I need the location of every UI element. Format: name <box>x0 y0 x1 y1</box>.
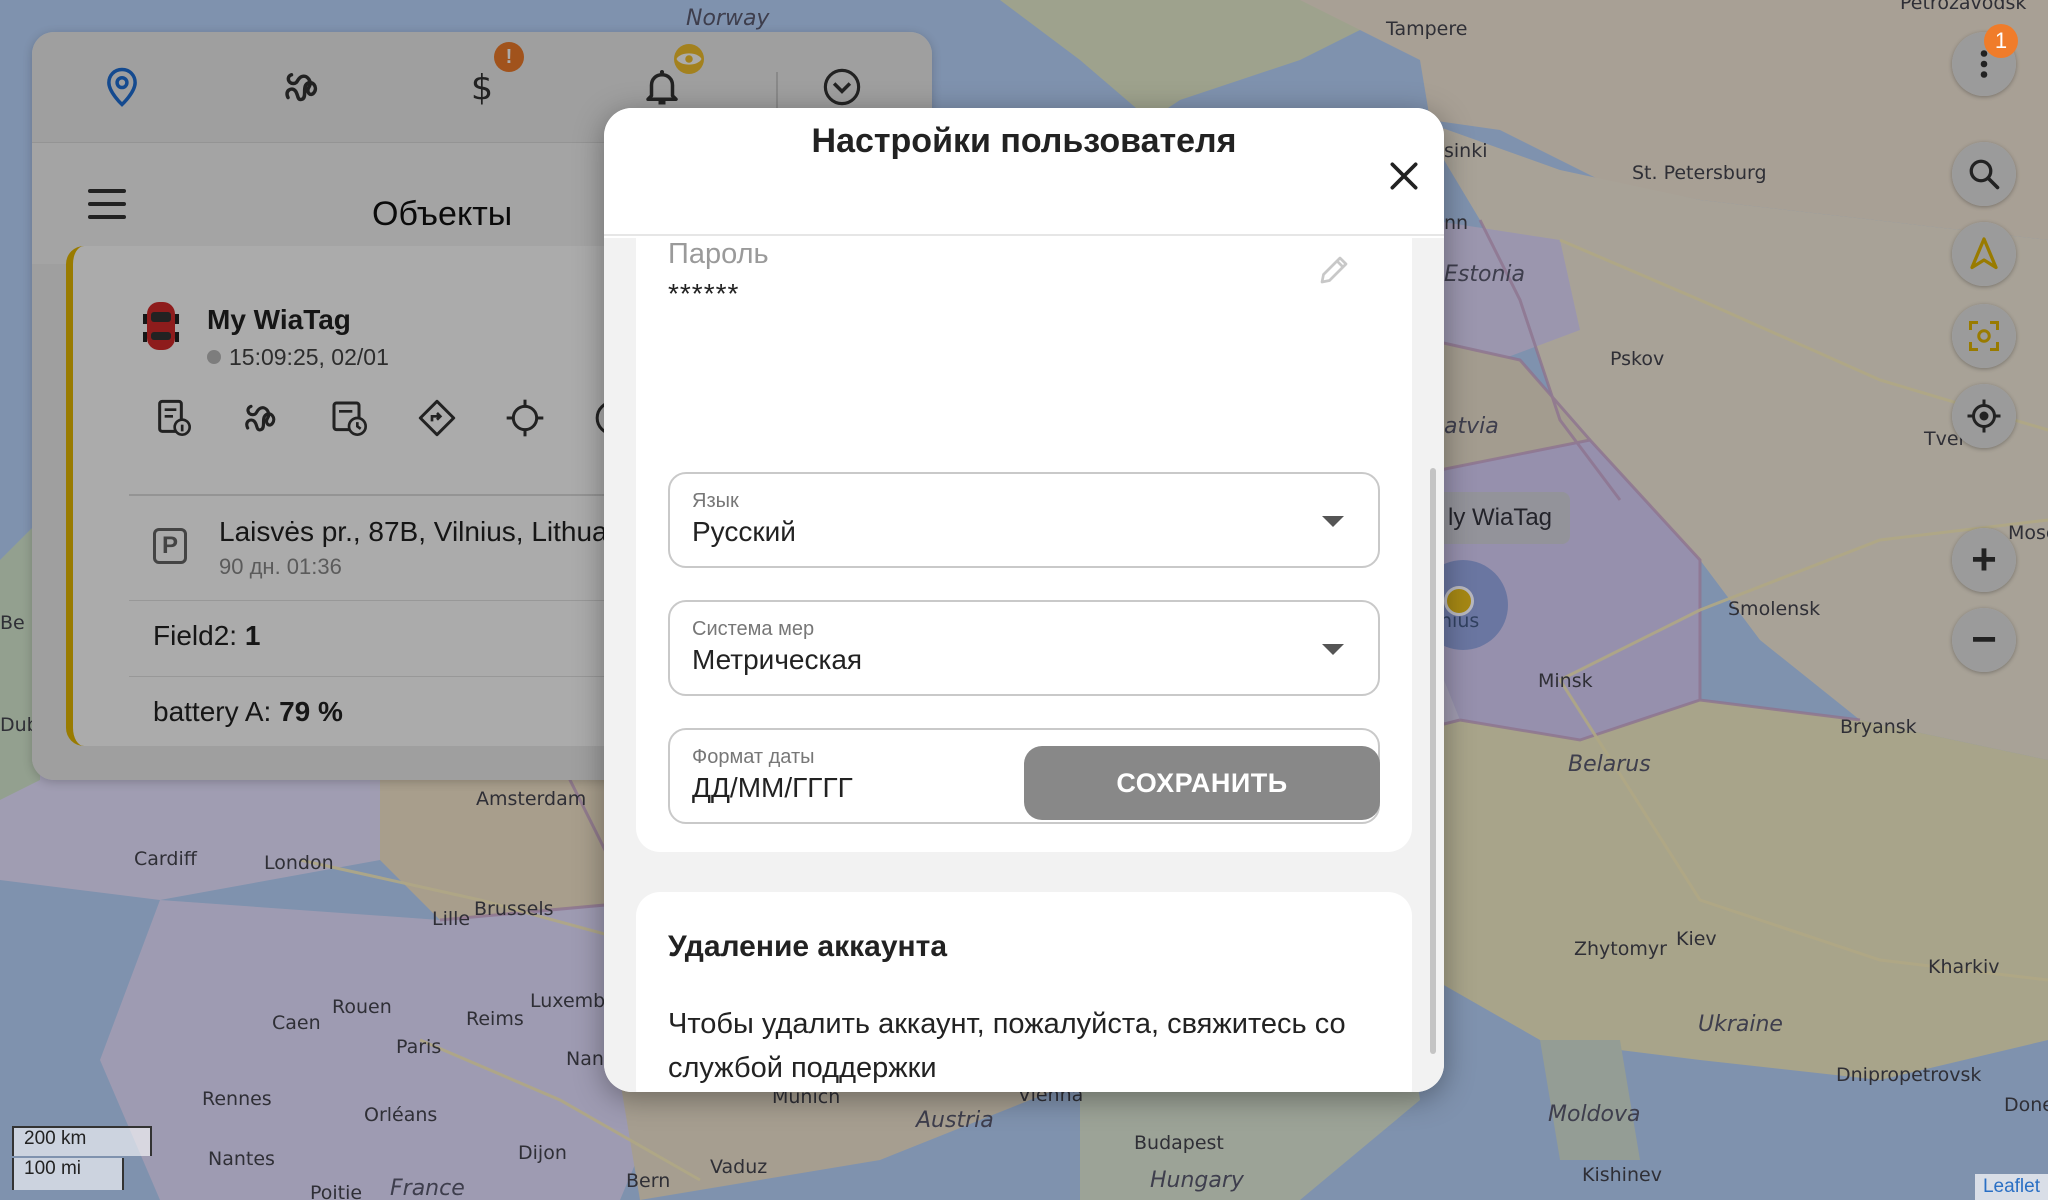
map-label-rouen: Rouen <box>332 996 392 1018</box>
units-label: Система мер <box>692 618 815 640</box>
map-label-dnipropetrovsk: Dnipropetrovsk <box>1836 1064 1982 1086</box>
map-label-ukraine: Ukraine <box>1698 1012 1783 1037</box>
map-label-tampere: Tampere <box>1386 18 1468 40</box>
map-label-orleans: Orléans <box>364 1104 438 1126</box>
close-icon[interactable] <box>1384 156 1424 196</box>
map-label-rennes: Rennes <box>202 1088 272 1110</box>
caret-down-icon <box>1322 516 1344 527</box>
map-label-norway: Norway <box>686 6 770 31</box>
delete-account-card: Удаление аккаунта Чтобы удалить аккаунт,… <box>636 892 1412 1092</box>
map-label-cardiff: Cardiff <box>134 848 197 870</box>
map-label-estonia: Estonia <box>1444 262 1525 287</box>
map-label-luxembourg: Luxemb <box>530 990 606 1012</box>
map-label-be: Be <box>0 612 25 634</box>
map-search-button[interactable] <box>1952 142 2016 206</box>
modal-header: Настройки пользователя <box>604 108 1444 236</box>
map-label-st-petersburg: St. Petersburg <box>1632 162 1767 184</box>
map-label-tallinn: nn <box>1444 212 1469 234</box>
save-button[interactable]: СОХРАНИТЬ <box>1024 746 1380 820</box>
map-label-budapest: Budapest <box>1134 1132 1224 1154</box>
map-label-zhytomyr: Zhytomyr <box>1574 938 1667 960</box>
map-label-donetsk: Donet <box>2004 1094 2048 1116</box>
language-select[interactable]: Язык Русский <box>668 472 1380 568</box>
zoom-in-button[interactable]: + <box>1952 528 2016 592</box>
map-label-dijon: Dijon <box>518 1142 567 1164</box>
modal-body[interactable]: Пароль ****** Язык Русский Система мер М… <box>604 238 1444 1092</box>
map-label-hungary: Hungary <box>1150 1168 1244 1193</box>
user-settings-modal: Пароль ****** Язык Русский Система мер М… <box>604 108 1444 1092</box>
fit-bounds-button[interactable] <box>1952 304 2016 368</box>
map-label-bern: Bern <box>626 1170 671 1192</box>
map-label-pskov: Pskov <box>1610 348 1665 370</box>
map-label-austria: Austria <box>916 1108 994 1133</box>
navigation-button[interactable] <box>1952 222 2016 286</box>
scale-km: 200 km <box>12 1126 152 1156</box>
pencil-icon[interactable] <box>1316 252 1352 288</box>
map-label-amsterdam: Amsterdam <box>476 788 587 810</box>
map-label-moldova: Moldova <box>1548 1102 1641 1127</box>
unit-marker[interactable] <box>1444 586 1474 616</box>
map-label-kiev: Kiev <box>1676 928 1717 950</box>
map-label-petrozavodsk: Petrozavodsk <box>1900 0 2027 14</box>
unit-marker-tooltip: ly WiaTag <box>1430 492 1571 544</box>
map-label-brussels: Brussels <box>474 898 554 920</box>
map-label-caen: Caen <box>272 1012 321 1034</box>
modal-title: Настройки пользователя <box>811 122 1237 160</box>
units-select[interactable]: Система мер Метрическая <box>668 600 1380 696</box>
map-label-smolensk: Smolensk <box>1728 598 1821 620</box>
leaflet-attribution-link[interactable]: Leaflet <box>1974 1174 2048 1200</box>
language-value: Русский <box>692 516 796 547</box>
scale-mi: 100 mi <box>12 1158 124 1190</box>
language-label: Язык <box>692 490 739 512</box>
map-label-france: France <box>390 1176 465 1200</box>
menu-notification-badge: 1 <box>1984 24 2018 58</box>
map-label-paris: Paris <box>396 1036 442 1058</box>
map-label-vaduz: Vaduz <box>710 1156 768 1178</box>
password-label: Пароль <box>668 238 769 270</box>
units-value: Метрическая <box>692 644 863 675</box>
map-label-london: London <box>264 852 334 874</box>
map-label-lille: Lille <box>432 908 471 930</box>
map-label-kishinev: Kishinev <box>1582 1164 1662 1186</box>
delete-account-title: Удаление аккаунта <box>668 930 948 963</box>
date-format-value: ДД/ММ/ГГГГ <box>692 772 853 803</box>
date-format-label: Формат даты <box>692 746 815 768</box>
map-label-reims: Reims <box>466 1008 524 1030</box>
map-label-poitiers: Poitie <box>310 1182 363 1200</box>
map-label-bryansk: Bryansk <box>1840 716 1917 738</box>
map-label-belarus: Belarus <box>1568 752 1651 777</box>
modal-scrollbar[interactable] <box>1430 468 1436 1054</box>
caret-down-icon <box>1322 644 1344 655</box>
password-value: ****** <box>668 278 740 309</box>
map-label-latvia: atvia <box>1444 414 1499 439</box>
map-label-nantes: Nantes <box>208 1148 275 1170</box>
map-label-helsinki: sinki <box>1444 140 1488 162</box>
zoom-out-button[interactable]: − <box>1952 608 2016 672</box>
my-location-button[interactable] <box>1952 384 2016 448</box>
map-label-kharkiv: Kharkiv <box>1928 956 2000 978</box>
map-label-minsk: Minsk <box>1538 670 1593 692</box>
delete-account-text: Чтобы удалить аккаунт, пожалуйста, свяжи… <box>668 1008 1346 1084</box>
map-label-moscow: Mosc <box>2008 522 2048 544</box>
